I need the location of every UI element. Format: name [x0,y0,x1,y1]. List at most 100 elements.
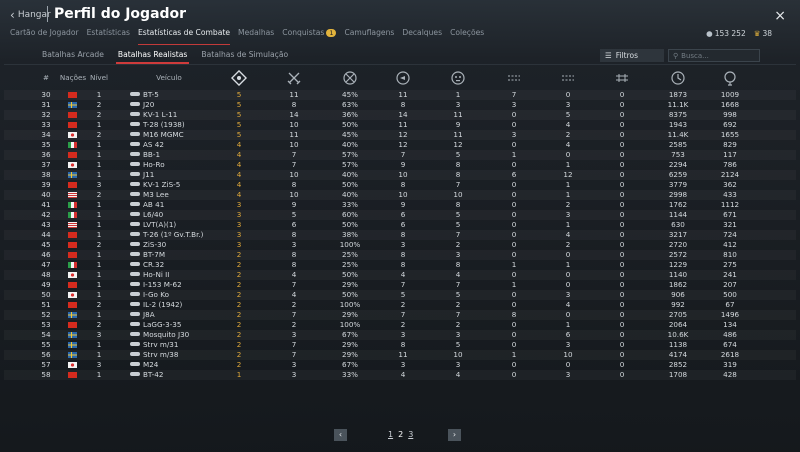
row-vehicle: I-Go Ko [130,290,240,300]
row-vehicle: L6/40 [130,210,240,220]
vehicle-name: J20 [143,100,155,109]
tab-simulator-battles[interactable]: Batalhas de Simulação [199,50,290,59]
time-played-icon[interactable] [722,70,738,86]
tab-decals[interactable]: Decalques [398,28,446,42]
tab-collections[interactable]: Coleções [446,28,488,42]
row-time-played: 362 [723,180,737,189]
table-row[interactable]: 49 1 2 7 29% 7 7 1 0 0 1862 207 I-153 M-62 [4,280,796,290]
air-kills-icon[interactable] [506,70,522,86]
table-row[interactable]: 52 1 2 7 29% 7 7 8 0 0 2705 1496 J8A [4,310,796,320]
table-row[interactable]: 36 1 4 7 57% 7 5 1 0 0 753 117 BB-1 [4,150,796,160]
row-ground-kills: 3 [565,290,571,299]
tab-achievements[interactable]: Conquistas 1 [278,28,340,42]
row-battles: 14 [289,110,299,119]
deaths-skull-icon[interactable] [450,70,466,86]
previous-page-button[interactable]: ‹ [334,429,347,441]
row-air-kills: 1 [511,150,517,159]
row-air-kills: 0 [511,360,517,369]
col-header-nation[interactable]: Nações [56,73,90,82]
tab-statistics[interactable]: Estatísticas [83,28,134,42]
row-level: 1 [96,250,102,259]
col-header-vehicle[interactable]: Veículo [149,73,189,82]
page-1-link[interactable]: 1 [388,430,393,439]
vehicle-icon [130,342,140,346]
row-vehicle: BB-1 [130,150,240,160]
table-row[interactable]: 43 1 3 6 50% 6 5 0 1 0 630 321 LVT(A)(1) [4,220,796,230]
table-row[interactable]: 54 3 2 3 67% 3 3 0 6 0 10.6K 486 Mosquito J30 [4,330,796,340]
row-level: 2 [96,190,102,199]
table-row[interactable]: 46 1 2 8 25% 8 3 0 0 0 2572 810 BT-7M [4,250,796,260]
table-row[interactable]: 44 1 3 8 38% 8 7 0 4 0 3217 724 T-26 (1º Gv.T.Br.) [4,230,796,240]
row-deaths: 4 [455,270,461,279]
table-row[interactable]: 55 1 2 7 29% 8 5 0 3 0 1138 674 Strv m/31 [4,340,796,350]
row-deaths: 5 [455,220,461,229]
row-battles: 3 [291,240,297,249]
close-button[interactable]: × [774,8,786,24]
row-level: 1 [96,160,102,169]
row-battles: 7 [291,150,297,159]
table-row[interactable]: 33 1 5 10 50% 11 9 0 4 0 1943 692 T-28 (1938) [4,120,796,130]
table-row[interactable]: 53 2 2 2 100% 2 2 0 1 0 2064 134 LaGG-3-35 [4,320,796,330]
row-vehicle: T-26 (1º Gv.T.Br.) [130,230,240,240]
row-deaths: 10 [453,190,463,199]
table-row[interactable]: 32 2 5 14 36% 14 11 0 5 0 8375 998 KV-1 L-11 [4,110,796,120]
tab-camouflages[interactable]: Camuflagens [340,28,398,42]
victory-percent-icon[interactable] [342,70,358,86]
table-row[interactable]: 58 1 1 3 33% 4 4 0 3 0 1708 428 BT-42 [4,370,796,380]
ground-kills-icon[interactable] [560,70,576,86]
back-to-hangar-link[interactable]: ‹ Hangar [10,9,51,21]
row-level: 1 [96,260,102,269]
row-number: 48 [41,270,51,279]
row-time-played: 998 [723,110,737,119]
page-3-link[interactable]: 3 [408,430,413,439]
tab-medals[interactable]: Medalhas [234,28,278,42]
table-row[interactable]: 51 2 2 2 100% 2 2 0 4 0 992 67 IL-2 (1942) [4,300,796,310]
row-battles: 5 [291,210,297,219]
table-row[interactable]: 45 2 3 3 100% 3 2 0 2 0 2720 412 ZiS-30 [4,240,796,250]
table-row[interactable]: 47 1 2 8 25% 8 8 1 1 0 1229 275 CR.32 [4,260,796,270]
battle-rating-icon[interactable] [231,70,247,86]
next-page-button[interactable]: › [448,429,461,441]
col-header-number[interactable]: # [38,73,54,82]
tab-combat-statistics[interactable]: Estatísticas de Combate [134,28,234,45]
table-row[interactable]: 57 3 2 3 67% 3 3 0 0 0 2852 319 M24 [4,360,796,370]
col-header-level[interactable]: Nível [88,73,110,82]
table-row[interactable]: 37 1 4 7 57% 9 8 0 1 0 2294 786 Ho-Ro [4,160,796,170]
row-deaths: 3 [455,100,461,109]
table-row[interactable]: 31 2 5 8 63% 8 3 3 3 0 11.1K 1668 J20 [4,100,796,110]
table-row[interactable]: 56 1 2 7 29% 11 10 1 10 0 4174 2618 Strv m/38 [4,350,796,360]
row-level: 1 [96,210,102,219]
search-input[interactable]: ⚲ Busca... [668,49,760,62]
row-naval-kills: 0 [619,300,625,309]
row-battles: 8 [291,230,297,239]
table-row[interactable]: 30 1 5 11 45% 11 1 7 0 0 1873 1009 BT-5 [4,90,796,100]
naval-kills-icon[interactable] [614,70,630,86]
vehicle-name: LVT(A)(1) [143,220,177,229]
table-row[interactable]: 42 1 3 5 60% 6 5 0 3 0 1144 671 L6/40 [4,210,796,220]
table-row[interactable]: 48 1 2 4 50% 4 4 0 0 0 1140 241 Ho-Ni II [4,270,796,280]
page-2-current[interactable]: 2 [398,430,403,439]
table-row[interactable]: 39 3 4 8 50% 8 7 0 1 0 3779 362 KV-1 ZiS-5 [4,180,796,190]
row-score: 1873 [668,90,688,99]
crossed-swords-icon[interactable] [286,70,302,86]
tab-player-card[interactable]: Cartão de Jogador [6,28,83,42]
vehicle-icon [130,192,140,196]
table-row[interactable]: 40 2 4 10 40% 10 10 0 1 0 2998 433 M3 Lee [4,190,796,200]
table-row[interactable]: 41 1 3 9 33% 9 8 0 2 0 1762 1112 AB 41 [4,200,796,210]
row-ground-kills: 1 [565,190,571,199]
table-row[interactable]: 38 1 4 10 40% 10 8 6 12 0 6259 2124 J11 [4,170,796,180]
row-air-kills: 8 [511,310,517,319]
row-number: 50 [41,290,51,299]
respawns-icon[interactable] [395,70,411,86]
score-icon[interactable] [670,70,686,86]
table-row[interactable]: 35 1 4 10 40% 12 12 0 4 0 2585 829 AS 42 [4,140,796,150]
page-title: Perfil do Jogador [47,6,186,22]
tab-arcade-battles[interactable]: Batalhas Arcade [40,50,106,59]
flag-jp-icon [68,132,77,138]
table-row[interactable]: 50 1 2 4 50% 5 5 0 3 0 906 500 I-Go Ko [4,290,796,300]
table-row[interactable]: 34 2 5 11 45% 12 11 3 2 0 11.4K 1655 M16 MGMC [4,130,796,140]
filters-button[interactable]: ☰ Filtros [600,49,664,62]
row-vehicle: LVT(A)(1) [130,220,240,230]
tab-realistic-battles[interactable]: Batalhas Realistas [115,50,190,64]
row-time-played: 724 [723,230,737,239]
